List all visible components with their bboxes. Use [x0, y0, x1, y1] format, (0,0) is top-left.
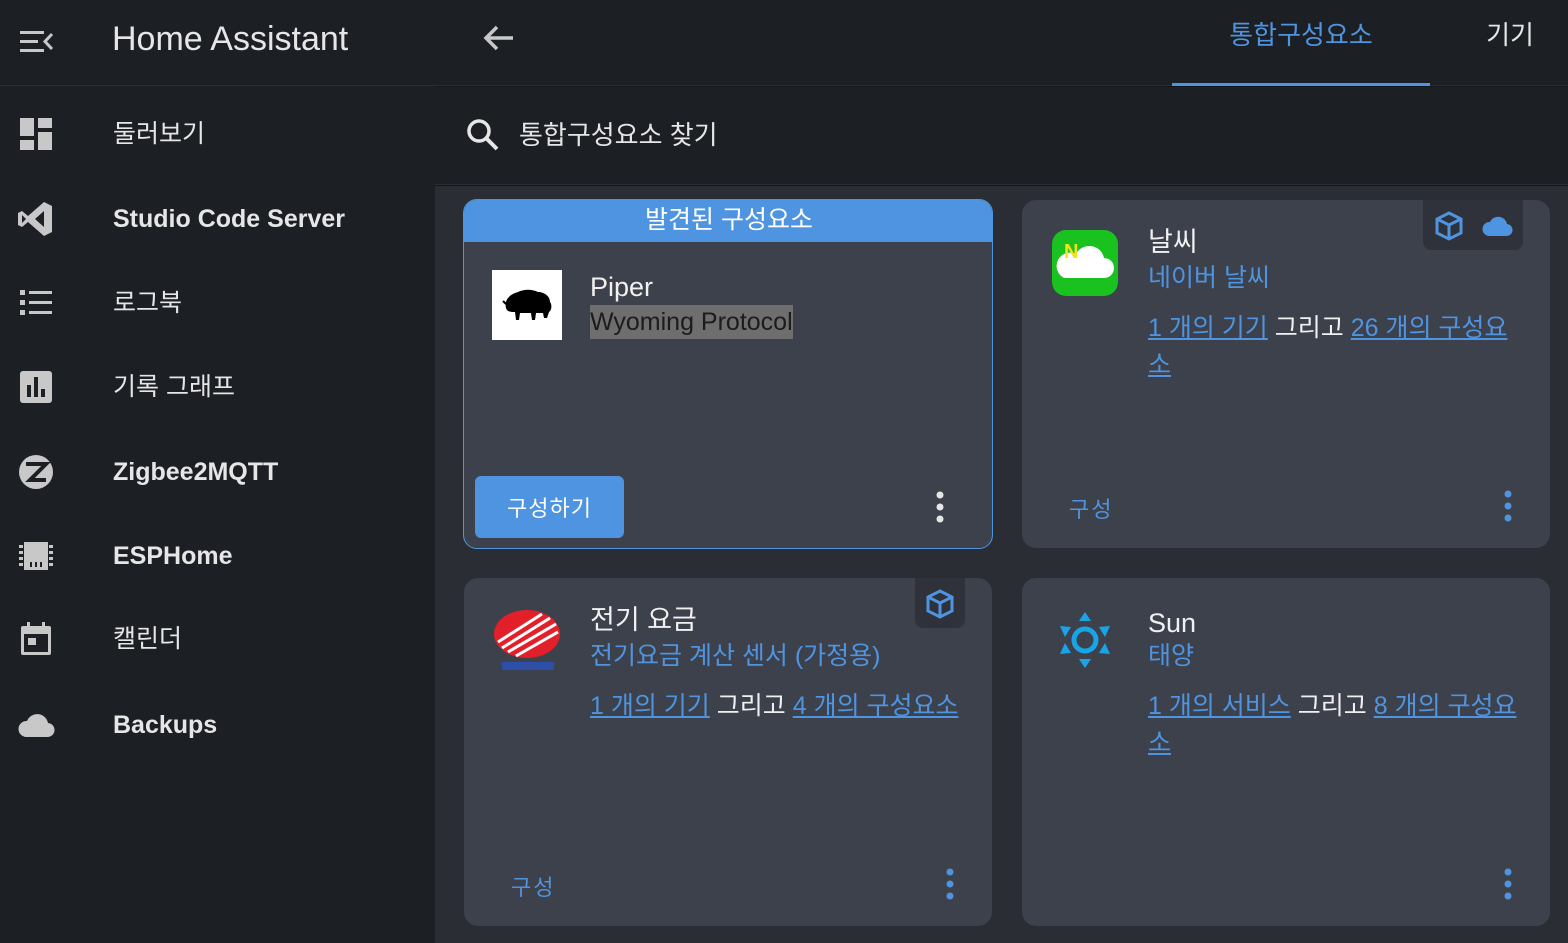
card-title: 날씨 [1148, 227, 1198, 257]
sidebar-item-esphome[interactable]: ESPHome [0, 516, 435, 596]
conjunction-text: 그리고 [1297, 692, 1367, 720]
sidebar-item-label: 캘린더 [113, 625, 183, 653]
configure-link[interactable]: 구성 [511, 870, 555, 902]
discovered-header: 발견된 구성요소 [464, 200, 992, 242]
card-title: 전기 요금 [590, 605, 697, 635]
sidebar-item-label: Backups [113, 711, 218, 739]
zigbee-icon [19, 455, 53, 489]
svg-text:N: N [1064, 241, 1078, 263]
more-vert-icon[interactable] [1496, 866, 1520, 902]
dashboard-icon [20, 118, 52, 150]
integration-card-sun: Sun 태양 1 개의 서비스 그리고 8 개의 구성요소 [1022, 578, 1550, 926]
sidebar-item-label: Zigbee2MQTT [113, 458, 279, 486]
top-bar: 통합구성요소 기기 [435, 0, 1568, 86]
sun-logo-icon [1060, 612, 1110, 668]
sidebar-item-label: Studio Code Server [113, 205, 345, 233]
card-title: Piper [590, 272, 654, 302]
devices-link[interactable]: 1 개의 기기 [1148, 314, 1268, 342]
menu-toggle-icon[interactable] [16, 22, 56, 62]
devices-link[interactable]: 1 개의 기기 [590, 692, 710, 720]
discovered-card-piper: 발견된 구성요소 Piper Wyoming Protocol 구성하기 [463, 199, 993, 549]
sidebar-item-backups[interactable]: Backups [0, 685, 435, 765]
logbook-icon [20, 290, 52, 315]
services-link[interactable]: 1 개의 서비스 [1148, 692, 1291, 720]
sidebar-item-label: 기록 그래프 [113, 373, 235, 401]
app-title: Home Assistant [112, 20, 349, 58]
badge-group [915, 578, 965, 628]
sidebar-item-studio-code-server[interactable]: Studio Code Server [0, 179, 435, 259]
app-root: Home Assistant 둘러보기 Studio Code Server 로… [0, 0, 1568, 943]
custom-integration-icon [1435, 211, 1463, 241]
more-vert-icon[interactable] [928, 489, 952, 525]
history-chart-icon [20, 371, 52, 403]
sidebar-item-zigbee2mqtt[interactable]: Zigbee2MQTT [0, 432, 435, 512]
card-subtitle: 전기요금 계산 센서 (가정용) [590, 642, 881, 670]
card-links: 1 개의 서비스 그리고 8 개의 구성요소 [1148, 688, 1518, 762]
custom-integration-icon [926, 589, 954, 619]
integration-card-naver-weather: N 날씨 네이버 날씨 1 개의 기기 그리고 26 개의 구성요소 구성 [1022, 200, 1550, 548]
search-bar [435, 87, 1568, 185]
cloud-icon [1482, 216, 1513, 237]
sidebar-item-history[interactable]: 기록 그래프 [0, 347, 435, 427]
sidebar-item-label: 로그북 [113, 289, 183, 317]
search-input[interactable] [519, 115, 1219, 155]
badge-group [1423, 200, 1523, 250]
integration-card-electricity-rate: 전기 요금 전기요금 계산 센서 (가정용) 1 개의 기기 그리고 4 개의 … [464, 578, 992, 926]
sidebar-item-overview[interactable]: 둘러보기 [0, 94, 435, 174]
tab-integrations[interactable]: 통합구성요소 [1172, 0, 1430, 86]
chip-icon [19, 542, 53, 570]
more-vert-icon[interactable] [938, 866, 962, 902]
card-links: 1 개의 기기 그리고 4 개의 구성요소 [590, 688, 960, 725]
sidebar: Home Assistant 둘러보기 Studio Code Server 로… [0, 0, 435, 943]
card-subtitle: 네이버 날씨 [1148, 264, 1270, 292]
naver-weather-logo: N [1052, 230, 1118, 296]
kepco-logo-icon [494, 610, 560, 670]
card-links: 1 개의 기기 그리고 26 개의 구성요소 [1148, 310, 1528, 384]
main-panel: 통합구성요소 기기 발견된 구성요소 Piper Wyo [435, 0, 1568, 943]
sidebar-header: Home Assistant [0, 0, 435, 86]
sidebar-item-logbook[interactable]: 로그북 [0, 263, 435, 343]
sidebar-item-label: 둘러보기 [113, 120, 206, 148]
more-vert-icon[interactable] [1496, 488, 1520, 524]
card-subtitle: Wyoming Protocol [590, 305, 793, 339]
cloud-icon [18, 714, 55, 738]
configure-link[interactable]: 구성 [1069, 492, 1113, 524]
piper-logo [492, 270, 562, 340]
calendar-icon [21, 622, 51, 655]
bison-icon [502, 289, 552, 320]
configure-button[interactable]: 구성하기 [475, 476, 624, 538]
naver-cloud-icon: N [1056, 241, 1114, 278]
sidebar-item-calendar[interactable]: 캘린더 [0, 599, 435, 679]
sidebar-item-label: ESPHome [113, 542, 233, 570]
card-subtitle: 태양 [1148, 642, 1195, 670]
integrations-grid: 발견된 구성요소 Piper Wyoming Protocol 구성하기 N 날… [435, 186, 1568, 943]
card-title: Sun [1148, 608, 1197, 638]
vscode-icon [18, 202, 52, 236]
back-arrow-icon[interactable] [479, 18, 519, 58]
search-icon [467, 119, 499, 151]
tab-devices[interactable]: 기기 [1470, 0, 1550, 86]
conjunction-text: 그리고 [716, 692, 786, 720]
entities-link[interactable]: 4 개의 구성요소 [793, 692, 959, 720]
conjunction-text: 그리고 [1274, 314, 1344, 342]
